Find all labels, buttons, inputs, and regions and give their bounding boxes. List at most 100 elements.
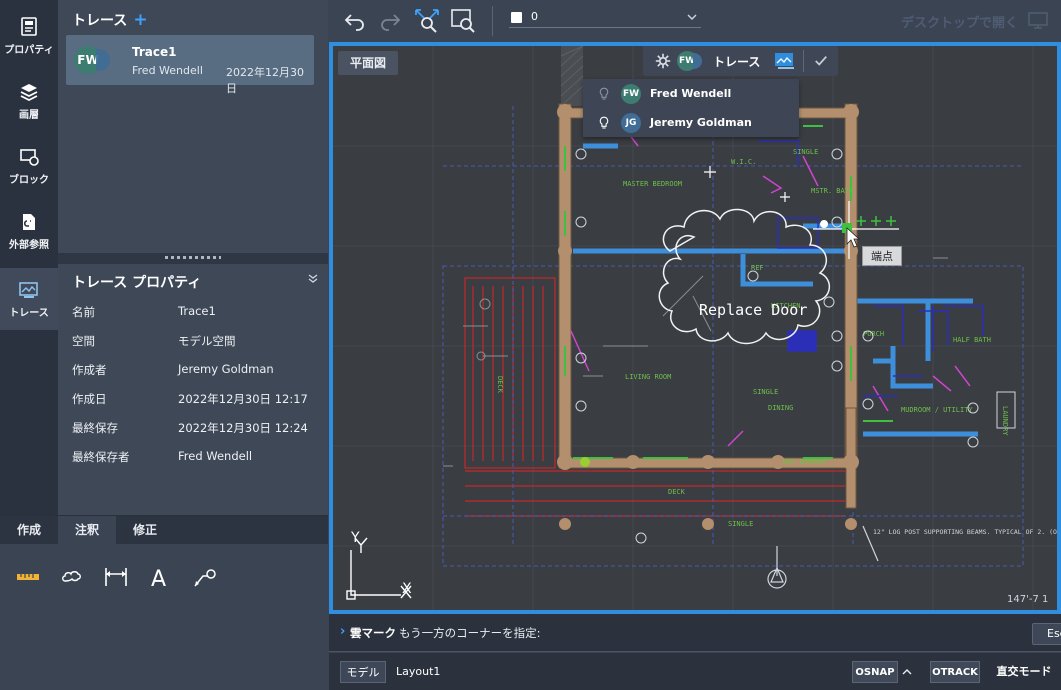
room-label: SINGLE <box>728 520 753 528</box>
command-line[interactable]: › 雲マーク もう一方のコーナーを指定: Esc <box>329 614 1061 652</box>
check-icon[interactable] <box>814 54 828 68</box>
room-label: LAUNDRY <box>1001 406 1009 436</box>
collapse-icon[interactable] <box>307 273 319 285</box>
rail-label-layers: 画層 <box>19 110 39 121</box>
measure-icon[interactable] <box>11 560 45 594</box>
lightbulb-icon[interactable] <box>599 116 609 130</box>
trace-icon <box>19 282 38 298</box>
tab-layout1[interactable]: Layout1 <box>391 661 447 683</box>
tab-annotate[interactable]: 注釈 <box>58 516 116 544</box>
room-label: W.I.C. <box>731 158 756 166</box>
layer-dropdown[interactable]: 0 <box>509 8 701 28</box>
tools-tabbar: 作成 注釈 修正 <box>0 516 328 544</box>
rail-item-layers[interactable]: 画層 <box>0 70 58 132</box>
trace-list-item[interactable]: FW Trace1 Fred Wendell 2022年12月30日 <box>66 35 314 95</box>
ucs-y-label: Y <box>333 46 343 50</box>
toolbar-divider <box>803 50 804 72</box>
trace-author: Fred Wendell <box>132 64 203 77</box>
osnap-toggle[interactable]: OSNAP <box>852 661 898 683</box>
otrack-toggle[interactable]: OTRACK <box>930 661 980 683</box>
trace-toolbar-label: トレース <box>713 55 761 69</box>
markup-tools: 作成 注釈 修正 A <box>0 515 328 690</box>
room-label: MSTR. BATH <box>811 187 853 195</box>
dimension-icon[interactable] <box>99 560 133 594</box>
avatar-overlap <box>96 49 110 71</box>
trace-date: 2022年12月30日 <box>226 66 304 95</box>
coordinate-readout: 147'-7 1 <box>1007 594 1049 605</box>
rail-label-trace: トレース <box>9 308 49 319</box>
trace-toggle-icon[interactable] <box>774 51 796 71</box>
ucs-x: X <box>402 581 412 597</box>
command-name: 雲マーク <box>350 626 396 640</box>
toolbar-divider <box>492 6 493 36</box>
rail-item-properties[interactable]: プロパティ <box>0 5 58 67</box>
undo-icon[interactable] <box>341 8 369 34</box>
gear-icon[interactable] <box>655 53 671 69</box>
collaborators-panel: FW Fred Wendell JG Jeremy Goldman <box>583 79 799 137</box>
room-label: BAY WINDOW <box>783 458 826 466</box>
open-desktop-link[interactable]: デスクトップで開く <box>901 12 1018 31</box>
prop-row-name: 名前 Trace1 <box>72 304 216 319</box>
tab-modify[interactable]: 修正 <box>116 516 174 544</box>
desktop-icon[interactable] <box>1028 12 1048 30</box>
zoom-window-icon[interactable] <box>449 8 477 34</box>
prop-row-creator: 作成者 Jeremy Goldman <box>72 362 274 377</box>
rail-item-trace[interactable]: トレース <box>0 268 58 330</box>
rail-item-xref[interactable]: 外部参照 <box>0 200 58 262</box>
drawing-viewport[interactable]: MASTER BEDROOM W.I.C. MSTR. BATH KITCHEN… <box>329 42 1061 614</box>
esc-button[interactable]: Esc <box>1032 623 1061 645</box>
properties-title: トレース プロパティ <box>72 275 202 291</box>
room-label: HALF BATH <box>953 336 991 344</box>
rail-label-properties: プロパティ <box>4 45 54 56</box>
redo-icon[interactable] <box>376 8 404 34</box>
left-rail: プロパティ 画層 ブロック 外部参照 トレース <box>0 0 58 515</box>
text-icon[interactable]: A <box>143 560 177 594</box>
trace-toolbar: FW トレース <box>643 46 838 76</box>
panel-splitter[interactable] <box>58 253 328 263</box>
lightbulb-icon[interactable] <box>599 87 609 101</box>
prop-row-created: 作成日 2022年12月30日 12:17 <box>72 392 308 406</box>
properties-icon <box>21 17 37 36</box>
properties-header: トレース プロパティ <box>58 263 328 295</box>
plus-icon[interactable]: + <box>133 12 147 29</box>
avatar-overlap <box>693 53 702 69</box>
layer-value: 0 <box>531 10 538 23</box>
svg-text:A: A <box>151 567 166 590</box>
snap-tooltip: 端点 <box>862 246 902 266</box>
layer-dropdown-icon <box>687 14 697 20</box>
room-label: DECK <box>668 488 686 496</box>
chevron-right-icon: › <box>340 624 346 639</box>
status-bar: モデル Layout1 OSNAP OTRACK 直交モード <box>329 653 1061 690</box>
rail-label-blocks: ブロック <box>9 175 49 186</box>
prop-row-space: 空間 モデル空間 <box>72 334 236 348</box>
collaborator-row[interactable]: JG Jeremy Goldman <box>583 111 799 135</box>
room-label: MUDROOM / UTILITY <box>901 406 973 414</box>
ucs-x-label: X <box>333 46 344 50</box>
room-label: SINGLE <box>793 148 818 156</box>
trace-list-header: トレース + <box>72 10 148 30</box>
avatar: JG <box>621 113 641 133</box>
trace-name: Trace1 <box>132 45 177 59</box>
zoom-extents-icon[interactable] <box>413 8 441 34</box>
post-note: 12" LOG POST SUPPORTING BEAMS. TYPICAL O… <box>873 528 1057 536</box>
trace-list-title: トレース <box>72 13 128 29</box>
ucs-y: Y <box>351 530 360 546</box>
room-label: DINING <box>768 404 793 412</box>
collaborator-name: Fred Wendell <box>650 87 732 100</box>
tab-model[interactable]: モデル <box>340 661 386 683</box>
revcloud-icon[interactable] <box>55 560 89 594</box>
ortho-toggle[interactable]: 直交モード <box>994 661 1054 683</box>
view-label[interactable]: 平面図 <box>338 51 399 75</box>
rail-item-blocks[interactable]: ブロック <box>0 135 58 197</box>
tab-create[interactable]: 作成 <box>0 516 58 544</box>
leader-icon[interactable] <box>187 560 221 594</box>
room-label: LIVING ROOM <box>625 373 671 381</box>
room-label: MASTER BEDROOM <box>623 180 682 188</box>
collaborator-name: Jeremy Goldman <box>650 116 752 129</box>
xref-icon <box>23 214 35 230</box>
layers-icon <box>20 84 38 102</box>
command-prompt: もう一方のコーナーを指定: <box>399 626 541 640</box>
collaborator-row[interactable]: FW Fred Wendell <box>583 82 799 106</box>
chevron-up-icon[interactable] <box>902 669 912 675</box>
room-label: SINGLE <box>753 388 778 396</box>
